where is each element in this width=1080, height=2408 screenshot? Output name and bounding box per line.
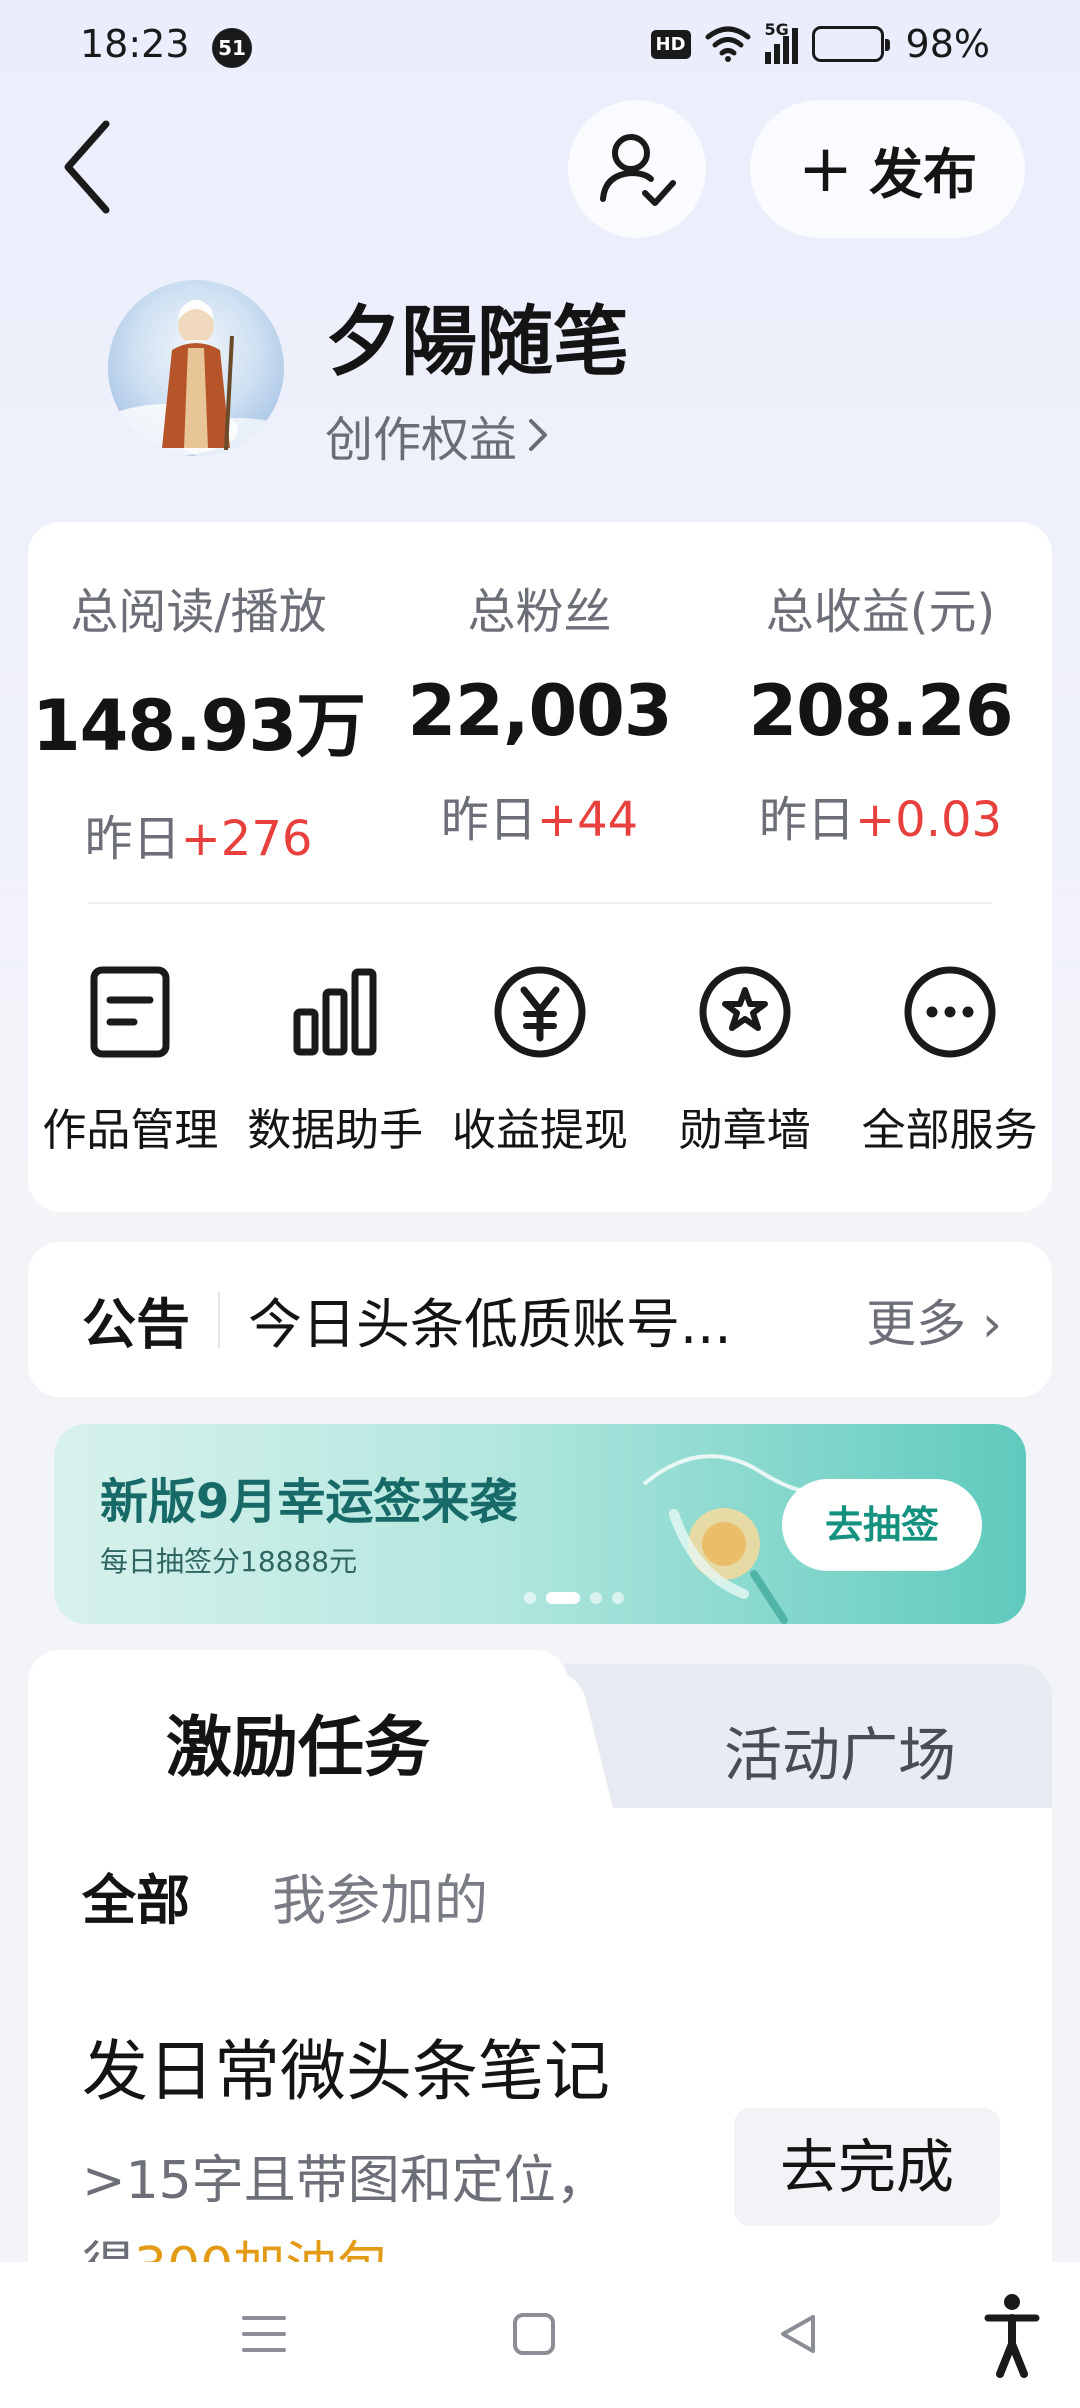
user-check-icon (600, 134, 676, 206)
back-nav-icon[interactable] (766, 2302, 830, 2366)
announcement-more-link[interactable]: 更多 › (866, 1284, 1002, 1356)
task-title: 发日常微头条笔记 (82, 2033, 610, 2110)
status-time: 18:23 (80, 22, 190, 66)
wifi-icon (705, 26, 751, 62)
filter-joined[interactable]: 我参加的 (272, 1856, 488, 1935)
stat-delta-value: +276 (180, 811, 313, 867)
complete-task-button[interactable]: 去完成 (734, 2108, 1000, 2226)
task-desc-line: >15字且带图和定位， (82, 2151, 608, 2211)
announcement-tag: 公告 (82, 1293, 190, 1356)
tool-earnings-withdraw[interactable]: 收益提现 (438, 962, 643, 1158)
avatar[interactable] (108, 280, 284, 456)
tool-label: 数据助手 (247, 1105, 424, 1156)
signal-icon: 5G (764, 20, 798, 64)
accessibility-icon[interactable] (982, 2292, 1042, 2378)
stat-delta-prefix: 昨日 (440, 792, 537, 848)
tab-label-active: 激励任务 (166, 1709, 430, 1786)
more-icon (900, 962, 1000, 1062)
battery-percent: 98% (905, 22, 990, 66)
banner-title: 新版9月幸运签来袭 (100, 1474, 518, 1530)
plus-icon: + (797, 130, 854, 207)
notification-count-badge: 51 (212, 28, 252, 68)
document-icon (80, 962, 180, 1062)
stat-delta: 昨日+276 (28, 799, 369, 869)
back-button[interactable] (50, 112, 130, 222)
medal-icon (695, 962, 795, 1062)
follow-user-button[interactable] (568, 100, 706, 238)
chevron-right-icon (529, 419, 548, 451)
username: 夕陽随笔 (325, 297, 629, 386)
banner-subtitle: 每日抽签分18888元 (100, 1545, 358, 1578)
tool-label: 勋章墙 (678, 1105, 811, 1156)
network-type: 5G (764, 20, 789, 39)
tool-all-services[interactable]: 全部服务 (847, 962, 1052, 1158)
divider (218, 1291, 220, 1348)
creator-rights-link[interactable]: 创作权益 (325, 400, 549, 470)
publish-label: 发布 (869, 142, 978, 206)
stat-delta: 昨日+0.03 (710, 780, 1051, 850)
stat-delta: 昨日+44 (369, 780, 710, 850)
carousel-dot (590, 1592, 602, 1604)
stat-total-fans[interactable]: 总粉丝 22,003 昨日+44 (369, 572, 710, 850)
announcement-bar[interactable]: 公告 今日头条低质账号... 更多 › (28, 1242, 1052, 1397)
stat-delta-value: +44 (536, 792, 639, 848)
tool-label: 全部服务 (861, 1105, 1038, 1156)
yen-icon (490, 962, 590, 1062)
menu-icon[interactable] (232, 2302, 296, 2366)
home-icon[interactable] (502, 2302, 566, 2366)
status-icons: HD 5G 98% (650, 20, 990, 66)
divider (88, 902, 992, 904)
tab-label-inactive: 活动广场 (723, 1721, 956, 1789)
carousel-dot (524, 1592, 536, 1604)
stat-delta-value: +0.03 (854, 792, 1003, 848)
avatar-image (108, 300, 284, 456)
announcement-text: 今日头条低质账号... (248, 1293, 732, 1356)
tools-row: 作品管理 数据助手 收益提现 勋章墙 全部服务 (28, 962, 1052, 1158)
tool-medal-wall[interactable]: 勋章墙 (642, 962, 847, 1158)
stat-total-reads[interactable]: 总阅读/播放 148.93万 昨日+276 (28, 572, 369, 869)
more-label: 更多 (866, 1294, 967, 1353)
stat-value: 208.26 (748, 670, 1013, 752)
chevron-right-icon: › (966, 1294, 1002, 1353)
tool-data-assistant[interactable]: 数据助手 (233, 962, 438, 1158)
tool-works-management[interactable]: 作品管理 (28, 962, 233, 1158)
tool-label: 收益提现 (451, 1105, 628, 1156)
chevron-left-icon (64, 120, 110, 214)
carousel-indicator (524, 1592, 624, 1604)
bar-chart-icon (285, 962, 385, 1062)
stat-total-earnings[interactable]: 总收益(元) 208.26 昨日+0.03 (710, 572, 1051, 850)
filter-all[interactable]: 全部 (82, 1856, 190, 1935)
stat-delta-prefix: 昨日 (758, 792, 855, 848)
stat-label: 总粉丝 (467, 584, 612, 640)
carousel-dot (612, 1592, 624, 1604)
stats-card: 总阅读/播放 148.93万 昨日+276 总粉丝 22,003 昨日+44 总… (28, 522, 1052, 1212)
stat-label: 总阅读/播放 (70, 584, 327, 640)
stat-value: 22,003 (407, 670, 672, 752)
carousel-dot-active (546, 1592, 580, 1604)
task-tabs: 激励任务 活动广场 (28, 1650, 1052, 1810)
publish-button[interactable]: + 发布 (750, 100, 1025, 238)
draw-lot-button[interactable]: 去抽签 (782, 1479, 982, 1571)
stat-delta-prefix: 昨日 (84, 811, 181, 867)
promo-banner[interactable]: 新版9月幸运签来袭 每日抽签分18888元 去抽签 (54, 1424, 1026, 1624)
stat-label: 总收益(元) (765, 584, 996, 640)
hd-icon: HD (650, 29, 691, 59)
creator-rights-label: 创作权益 (325, 412, 518, 468)
system-nav-bar (0, 2262, 1080, 2408)
tool-label: 作品管理 (42, 1105, 219, 1156)
stat-value: 148.93万 (31, 685, 366, 767)
battery-icon (811, 26, 890, 62)
